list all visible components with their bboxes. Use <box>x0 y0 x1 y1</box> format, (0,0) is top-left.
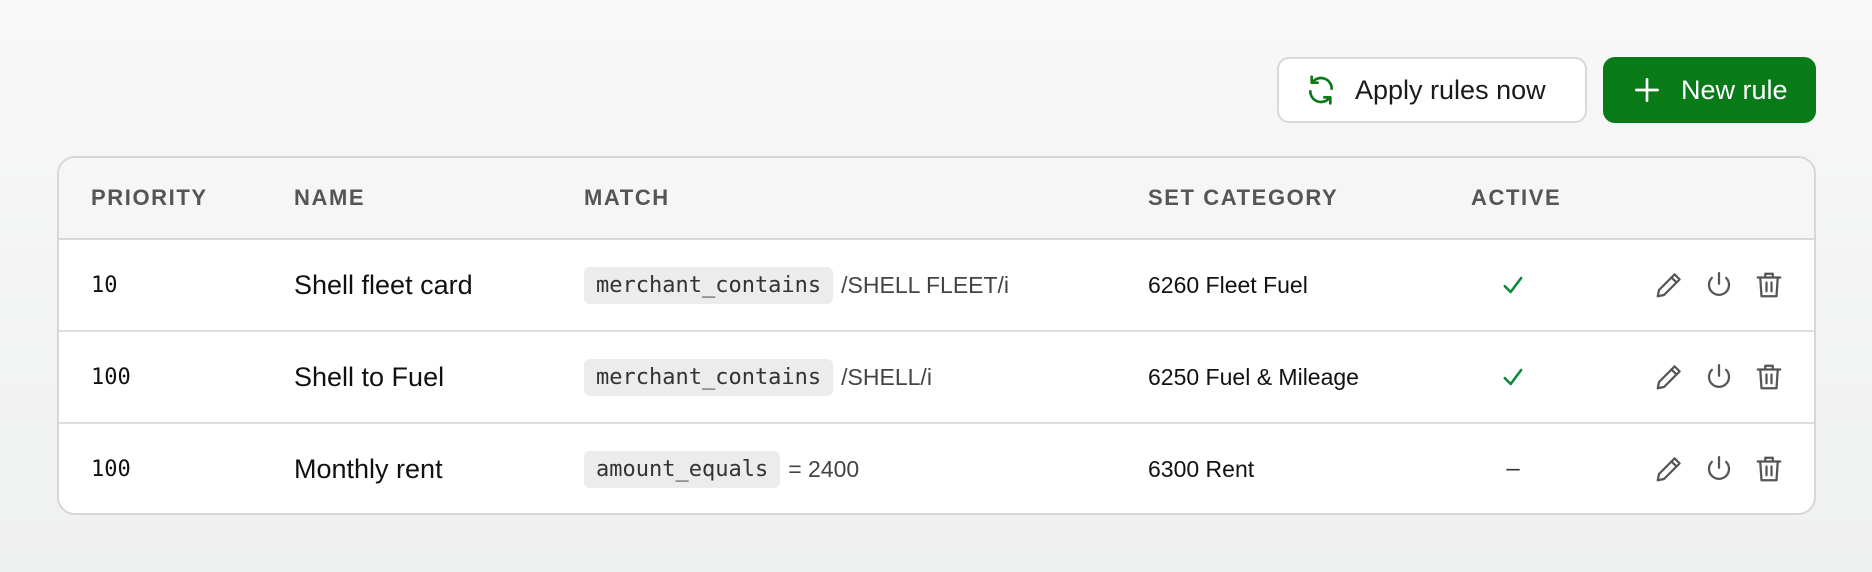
inactive-dash: – <box>1506 455 1520 482</box>
table-row[interactable]: 10 Shell fleet card merchant_contains /S… <box>59 240 1814 332</box>
name-cell: Monthly rent <box>294 453 443 484</box>
pencil-icon[interactable] <box>1654 270 1684 300</box>
category-cell: 6300 Rent <box>1148 455 1255 482</box>
row-actions <box>1654 424 1784 513</box>
match-type-chip: amount_equals <box>584 450 781 488</box>
priority-cell: 100 <box>91 456 131 482</box>
category-cell: 6250 Fuel & Mileage <box>1148 363 1359 390</box>
apply-rules-label: Apply rules now <box>1355 74 1546 105</box>
priority-cell: 100 <box>91 364 131 390</box>
new-rule-label: New rule <box>1681 74 1788 105</box>
row-actions <box>1654 332 1784 422</box>
match-value: /SHELL FLEET/i <box>841 271 1010 298</box>
toolbar: Apply rules now New rule <box>1277 57 1816 123</box>
power-icon[interactable] <box>1704 270 1734 300</box>
match-cell: amount_equals = 2400 <box>584 424 860 513</box>
active-cell <box>1471 240 1555 330</box>
match-cell: merchant_contains /SHELL/i <box>584 332 932 422</box>
rules-page: Apply rules now New rule PRIORITY NAME M… <box>0 0 1872 572</box>
name-cell: Shell fleet card <box>294 269 473 300</box>
active-cell <box>1471 332 1555 422</box>
table-row[interactable]: 100 Shell to Fuel merchant_contains /SHE… <box>59 332 1814 424</box>
header-priority[interactable]: PRIORITY <box>91 158 208 238</box>
pencil-icon[interactable] <box>1654 454 1684 484</box>
table-header: PRIORITY NAME MATCH SET CATEGORY ACTIVE <box>59 158 1814 240</box>
check-icon <box>1503 368 1523 386</box>
match-type-chip: merchant_contains <box>584 266 834 304</box>
power-icon[interactable] <box>1704 362 1734 392</box>
plus-icon <box>1631 74 1663 106</box>
match-value: /SHELL/i <box>841 363 932 390</box>
name-cell: Shell to Fuel <box>294 361 445 392</box>
match-cell: merchant_contains /SHELL FLEET/i <box>584 240 1009 330</box>
match-type-chip: merchant_contains <box>584 358 834 396</box>
table-row[interactable]: 100 Monthly rent amount_equals = 2400 63… <box>59 424 1814 513</box>
power-icon[interactable] <box>1704 454 1734 484</box>
new-rule-button[interactable]: New rule <box>1603 57 1816 123</box>
priority-cell: 10 <box>91 272 118 298</box>
header-active[interactable]: ACTIVE <box>1471 158 1561 238</box>
category-cell: 6260 Fleet Fuel <box>1148 271 1308 298</box>
apply-rules-button[interactable]: Apply rules now <box>1277 57 1587 123</box>
pencil-icon[interactable] <box>1654 362 1684 392</box>
trash-icon[interactable] <box>1754 270 1784 300</box>
active-cell: – <box>1471 424 1555 513</box>
header-set-category[interactable]: SET CATEGORY <box>1148 158 1338 238</box>
row-actions <box>1654 240 1784 330</box>
match-value: = 2400 <box>788 455 860 482</box>
header-match[interactable]: MATCH <box>584 158 670 238</box>
refresh-icon <box>1305 74 1337 106</box>
rules-table: PRIORITY NAME MATCH SET CATEGORY ACTIVE … <box>57 156 1816 515</box>
trash-icon[interactable] <box>1754 362 1784 392</box>
trash-icon[interactable] <box>1754 454 1784 484</box>
check-icon <box>1503 276 1523 294</box>
header-name[interactable]: NAME <box>294 158 365 238</box>
